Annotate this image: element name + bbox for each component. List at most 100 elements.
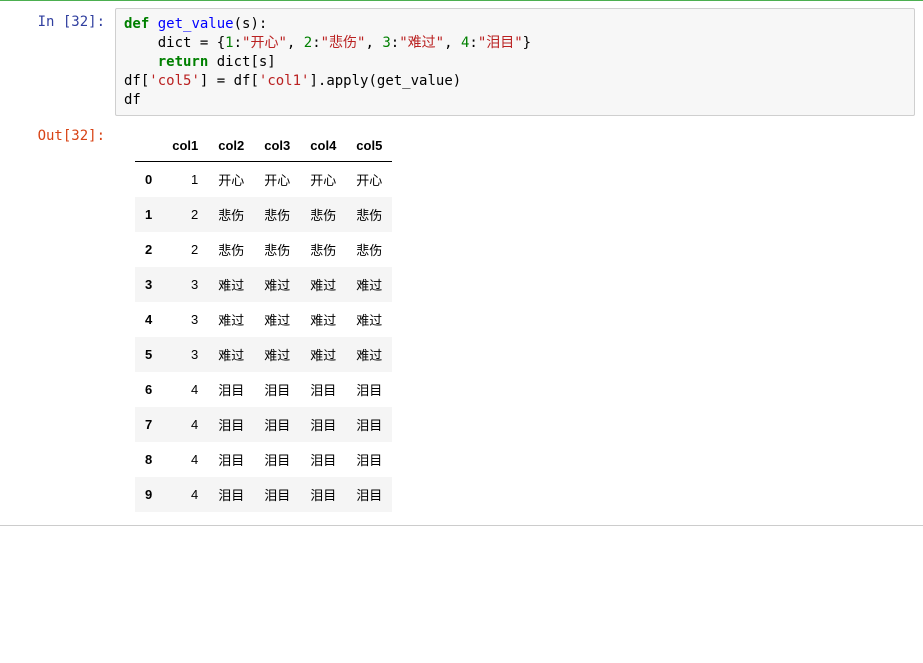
table-cell: 3 [162,302,208,337]
table-cell: 悲伤 [346,197,392,232]
table-cell: 泪目 [254,372,300,407]
table-cell: 难过 [254,302,300,337]
row-index: 4 [135,302,162,337]
row-index: 9 [135,477,162,512]
table-row: 01开心开心开心开心 [135,162,392,198]
num-3: 3 [382,35,390,51]
input-prompt: In [32]: [0,8,115,30]
output-area: col1col2col3col4col5 01开心开心开心开心12悲伤悲伤悲伤悲… [115,122,923,522]
comma-2: , [365,35,382,51]
df-left: df[ [124,73,149,89]
table-row: 33难过难过难过难过 [135,267,392,302]
table-cell: 泪目 [300,477,346,512]
table-cell: 悲伤 [208,197,254,232]
close-brace: } [523,35,531,51]
row-index: 6 [135,372,162,407]
table-cell: 悲伤 [300,197,346,232]
column-header: col5 [346,130,392,162]
table-cell: 悲伤 [254,232,300,267]
colon-1: : [234,35,242,51]
table-cell: 泪目 [300,372,346,407]
table-row: 84泪目泪目泪目泪目 [135,442,392,477]
table-cell: 泪目 [208,477,254,512]
col1-str: 'col1' [259,73,310,89]
table-cell: 难过 [300,302,346,337]
table-cell: 4 [162,477,208,512]
table-cell: 泪目 [208,372,254,407]
row-index: 7 [135,407,162,442]
str-2: "悲伤" [321,35,366,51]
colon-3: : [391,35,399,51]
str-1: "开心" [242,35,287,51]
notebook-cell: In [32]: def get_value(s): dict = {1:"开心… [0,0,923,526]
table-cell: 难过 [254,267,300,302]
table-row: 94泪目泪目泪目泪目 [135,477,392,512]
header-row: col1col2col3col4col5 [135,130,392,162]
table-cell: 3 [162,337,208,372]
row-index: 0 [135,162,162,198]
table-cell: 4 [162,442,208,477]
row-index: 8 [135,442,162,477]
num-1: 1 [225,35,233,51]
function-name: get_value [158,16,234,32]
table-cell: 1 [162,162,208,198]
table-cell: 泪目 [346,477,392,512]
table-row: 22悲伤悲伤悲伤悲伤 [135,232,392,267]
comma-1: , [287,35,304,51]
str-4: "泪目" [478,35,523,51]
table-cell: 悲伤 [208,232,254,267]
table-cell: 难过 [300,337,346,372]
row-index: 3 [135,267,162,302]
column-header: col1 [162,130,208,162]
table-cell: 泪目 [300,407,346,442]
table-cell: 2 [162,197,208,232]
colon-4: : [469,35,477,51]
table-cell: 泪目 [346,442,392,477]
table-cell: 泪目 [346,372,392,407]
input-row: In [32]: def get_value(s): dict = {1:"开心… [0,5,923,119]
df-last: df [124,92,141,108]
column-header: col2 [208,130,254,162]
table-cell: 开心 [254,162,300,198]
row-index: 2 [135,232,162,267]
col5-str: 'col5' [149,73,200,89]
table-cell: 难过 [346,267,392,302]
column-header: col4 [300,130,346,162]
table-row: 43难过难过难过难过 [135,302,392,337]
table-cell: 泪目 [300,442,346,477]
num-2: 2 [304,35,312,51]
table-cell: 悲伤 [300,232,346,267]
index-header [135,130,162,162]
table-row: 12悲伤悲伤悲伤悲伤 [135,197,392,232]
code-input[interactable]: def get_value(s): dict = {1:"开心", 2:"悲伤"… [115,8,915,116]
table-cell: 开心 [208,162,254,198]
table-cell: 难过 [254,337,300,372]
table-cell: 悲伤 [346,232,392,267]
row-index: 1 [135,197,162,232]
table-body: 01开心开心开心开心12悲伤悲伤悲伤悲伤22悲伤悲伤悲伤悲伤33难过难过难过难过… [135,162,392,513]
output-prompt: Out[32]: [0,122,115,144]
dataframe-table: col1col2col3col4col5 01开心开心开心开心12悲伤悲伤悲伤悲… [135,130,392,512]
dict-sub: dict[s] [208,54,275,70]
table-cell: 开心 [346,162,392,198]
table-cell: 4 [162,407,208,442]
table-cell: 泪目 [254,442,300,477]
table-cell: 2 [162,232,208,267]
table-cell: 难过 [346,302,392,337]
keyword-def: def [124,16,149,32]
comma-3: , [444,35,461,51]
apply-text: ].apply(get_value) [309,73,461,89]
table-cell: 难过 [208,337,254,372]
table-row: 53难过难过难过难过 [135,337,392,372]
table-cell: 4 [162,372,208,407]
table-cell: 泪目 [208,442,254,477]
table-cell: 泪目 [254,407,300,442]
table-cell: 悲伤 [254,197,300,232]
keyword-return: return [158,54,209,70]
table-row: 74泪目泪目泪目泪目 [135,407,392,442]
mid-text: ] = df[ [200,73,259,89]
table-cell: 3 [162,267,208,302]
table-cell: 难过 [346,337,392,372]
row-index: 5 [135,337,162,372]
table-cell: 泪目 [254,477,300,512]
